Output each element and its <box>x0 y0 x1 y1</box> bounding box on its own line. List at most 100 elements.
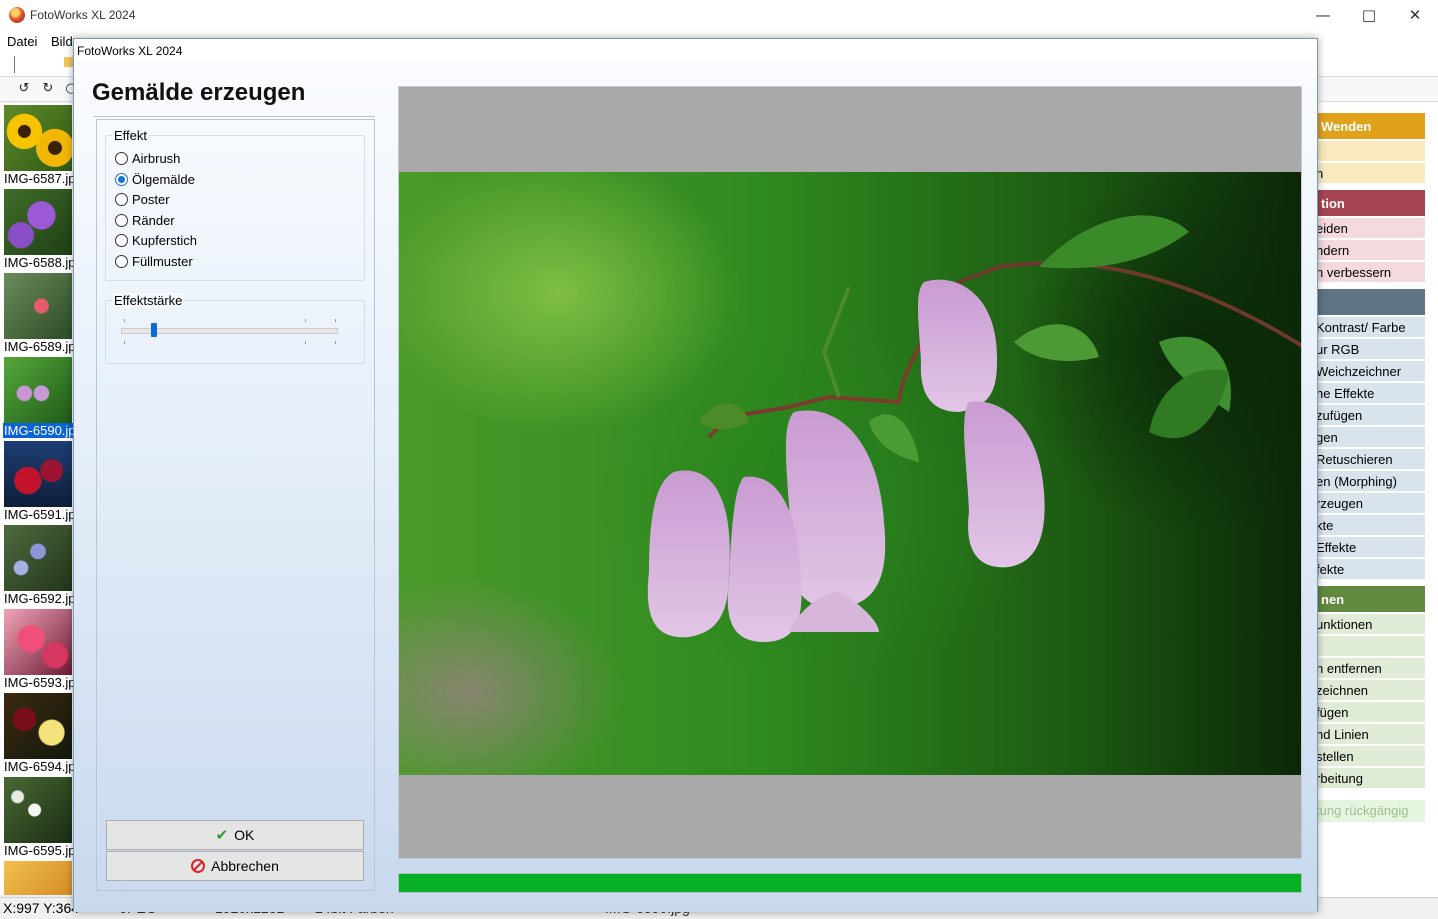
panel-item[interactable]: eiden <box>1302 218 1425 239</box>
checkmark-icon: ✔ <box>215 826 229 844</box>
thumbnail-item[interactable]: IMG-6592.jp <box>0 523 74 607</box>
menu-datei[interactable]: Datei <box>7 34 37 49</box>
radio-button[interactable] <box>115 234 128 248</box>
strength-group: Effektstärke <box>105 293 365 364</box>
thumbnail-label: IMG-6588.jp <box>4 255 74 270</box>
radio-button[interactable] <box>115 213 128 227</box>
thumbnail-label: IMG-6590.jp <box>3 423 74 438</box>
panel-section-header[interactable]: nen <box>1302 586 1425 612</box>
panel-item[interactable]: ndern <box>1302 240 1425 261</box>
effect-option-label: Kupferstich <box>132 233 198 249</box>
progress-bar-fill <box>399 874 1301 892</box>
thumbnail-image <box>4 777 72 843</box>
panel-item[interactable]: en (Morphing) <box>1302 471 1425 492</box>
paint-effect-dialog: FotoWorks XL 2024 Gemälde erzeugen Effek… <box>73 38 1318 912</box>
panel-item[interactable]: he Effekte <box>1302 383 1425 404</box>
thumbnail-label: IMG-6587.jp <box>4 171 74 186</box>
panel-item[interactable]: n entfernen <box>1302 658 1425 679</box>
panel-item[interactable]: n verbessern <box>1302 262 1425 283</box>
thumbnail-label: IMG-6591.jp <box>4 507 74 522</box>
dialog-heading: Gemälde erzeugen <box>92 79 306 106</box>
thumbnail-item[interactable]: IMG-6590.jp <box>0 355 74 439</box>
slider-tick <box>335 341 336 344</box>
strength-slider-thumb[interactable] <box>151 323 157 337</box>
dialog-titlebar: FotoWorks XL 2024 <box>74 39 1317 61</box>
app-title: FotoWorks XL 2024 <box>30 8 136 22</box>
minimize-button[interactable]: — <box>1300 0 1346 32</box>
effect-option-label: Poster <box>132 192 170 208</box>
menu-bild[interactable]: Bild <box>51 34 73 49</box>
thumbnail-image <box>4 273 72 339</box>
panel-item[interactable]: gen <box>1302 427 1425 448</box>
cancel-icon <box>191 859 206 873</box>
panel-item[interactable] <box>1302 636 1425 657</box>
panel-item[interactable]: zufügen <box>1302 405 1425 426</box>
strength-group-label: Effektstärke <box>112 293 185 308</box>
rotate-left-icon[interactable]: ↺ <box>16 81 32 97</box>
ok-button-label: OK <box>234 827 255 843</box>
ok-button[interactable]: ✔ OK <box>106 820 364 850</box>
panel-section-header[interactable] <box>1302 289 1425 315</box>
panel-item[interactable]: unktionen <box>1302 614 1425 635</box>
progress-bar <box>398 873 1302 893</box>
slider-tick <box>305 319 306 322</box>
panel-item[interactable]: Weichzeichner <box>1302 361 1425 382</box>
radio-button[interactable] <box>115 172 128 186</box>
thumbnail-item[interactable]: IMG-6593.jp <box>0 607 74 691</box>
thumbnail-label: IMG-6593.jp <box>4 675 74 690</box>
close-button[interactable]: ✕ <box>1392 0 1438 32</box>
effect-group: Effekt Airbrush Ölgemälde Poster Ränder Kupf… <box>105 128 365 281</box>
panel-item[interactable]: fekte <box>1302 559 1425 580</box>
app-titlebar: FotoWorks XL 2024 — □ ✕ <box>0 0 1438 32</box>
thumbnail-item[interactable]: IMG-6591.jp <box>0 439 74 523</box>
thumbnail-image <box>4 357 72 423</box>
thumbnail-label: IMG-6589.jp <box>4 339 74 354</box>
panel-item[interactable]: stellen <box>1302 746 1425 767</box>
panel-item[interactable]: Kontrast/ Farbe <box>1302 317 1425 338</box>
thumbnail-item[interactable] <box>0 859 74 895</box>
slider-tick <box>124 319 125 322</box>
panel-item[interactable]: ur RGB <box>1302 339 1425 360</box>
thumbnail-image <box>4 693 72 759</box>
panel-section-header[interactable]: tion <box>1302 190 1425 216</box>
effect-option-label: Ränder <box>132 212 175 228</box>
dialog-window-title: FotoWorks XL 2024 <box>77 44 183 58</box>
slider-tick <box>305 341 306 344</box>
thumbnail-item[interactable]: IMG-6594.jp <box>0 691 74 775</box>
thumbnail-item[interactable]: IMG-6588.jp <box>0 187 74 271</box>
thumbnail-image <box>4 105 72 171</box>
panel-item[interactable]: nd Linien <box>1302 724 1425 745</box>
flower-illustration <box>647 215 1301 642</box>
panel-item[interactable]: rzeugen <box>1302 493 1425 514</box>
radio-button[interactable] <box>115 193 128 207</box>
undo-button[interactable]: tung rückgängig <box>1302 800 1425 822</box>
panel-item[interactable]: rbeitung <box>1302 768 1425 789</box>
panel-item[interactable] <box>1302 141 1425 162</box>
panel-item[interactable]: zeichnen <box>1302 680 1425 701</box>
thumbnail-item[interactable]: IMG-6587.jp <box>0 103 74 187</box>
panel-item[interactable]: Retuschieren <box>1302 449 1425 470</box>
panel-item[interactable]: fügen <box>1302 702 1425 723</box>
thumbnail-image <box>4 609 72 675</box>
cancel-button[interactable]: Abbrechen <box>106 851 364 881</box>
heading-divider <box>94 116 375 117</box>
effect-option-label: Ölgemälde <box>132 171 195 187</box>
panel-item[interactable]: Effekte <box>1302 537 1425 558</box>
thumbnail-image <box>4 189 72 255</box>
thumbnail-item[interactable]: IMG-6595.jp <box>0 775 74 859</box>
rotate-right-icon[interactable]: ↻ <box>40 81 56 97</box>
panel-section-header[interactable]: Wenden <box>1302 113 1425 139</box>
thumbnail-label: IMG-6595.jp <box>4 843 74 858</box>
toolbar-separator <box>14 56 15 73</box>
preview-area <box>398 86 1302 859</box>
panel-item[interactable]: n <box>1302 163 1425 184</box>
cancel-button-label: Abbrechen <box>211 858 279 874</box>
radio-button[interactable] <box>115 152 128 165</box>
thumbnail-item[interactable]: IMG-6589.jp <box>0 271 74 355</box>
panel-item[interactable]: kte <box>1302 515 1425 536</box>
thumbnail-label: IMG-6592.jp <box>4 591 74 606</box>
radio-button[interactable] <box>115 255 128 268</box>
slider-tick <box>335 319 336 322</box>
effect-group-label: Effekt <box>112 128 150 143</box>
maximize-button[interactable]: □ <box>1346 0 1392 32</box>
